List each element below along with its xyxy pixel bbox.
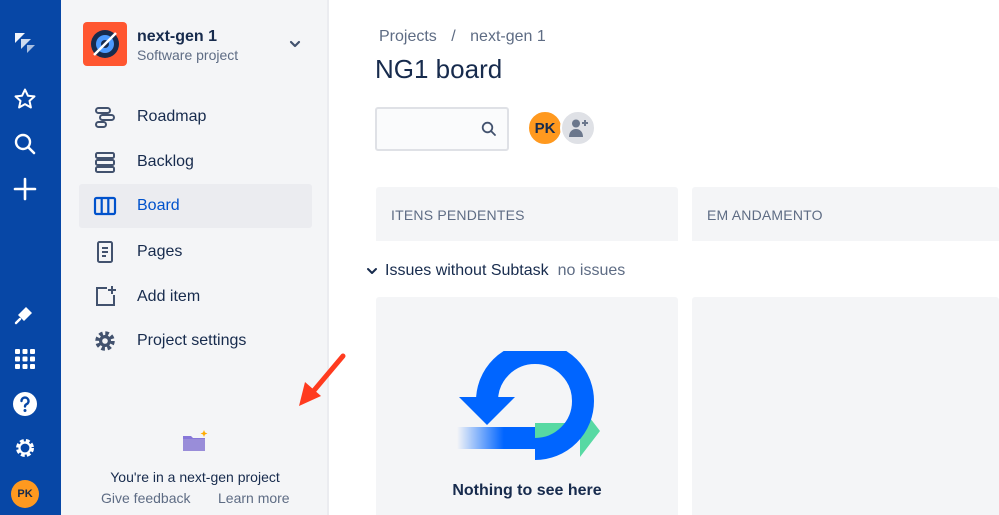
chevron-down-icon[interactable] bbox=[365, 264, 379, 278]
learn-more-link[interactable]: Learn more bbox=[218, 490, 290, 506]
search-icon bbox=[481, 121, 496, 136]
jira-logo-icon[interactable] bbox=[10, 28, 40, 58]
column-title: ITENS PENDENTES bbox=[391, 207, 525, 223]
project-sidebar: next-gen 1 Software project Roadmap Back… bbox=[61, 0, 346, 515]
app-switcher-icon[interactable] bbox=[10, 344, 40, 374]
sidebar-item-board[interactable]: Board bbox=[79, 184, 312, 228]
swimlane-label: Issues without Subtask bbox=[385, 262, 549, 279]
breadcrumb-projects[interactable]: Projects bbox=[379, 28, 437, 45]
folder-sparkle-icon bbox=[183, 430, 208, 451]
sidebar-item-pages[interactable]: Pages bbox=[79, 230, 312, 274]
empty-board-illustration-icon bbox=[457, 351, 600, 460]
board-search[interactable] bbox=[375, 107, 509, 151]
column-header-in-progress: EM ANDAMENTO bbox=[692, 187, 999, 241]
sidebar-item-project-settings[interactable]: Project settings bbox=[79, 319, 312, 363]
project-name: next-gen 1 bbox=[137, 28, 218, 45]
breadcrumb-separator: / bbox=[451, 28, 456, 45]
sidebar-item-label: Add item bbox=[137, 288, 201, 305]
sidebar-item-add-item[interactable]: Add item bbox=[79, 275, 312, 319]
column-header-todo: ITENS PENDENTES bbox=[376, 187, 678, 241]
search-input[interactable] bbox=[385, 117, 475, 141]
sidebar-item-label: Board bbox=[137, 197, 180, 214]
star-icon[interactable] bbox=[10, 84, 40, 114]
notification-icon[interactable] bbox=[10, 299, 40, 329]
give-feedback-link[interactable]: Give feedback bbox=[101, 490, 191, 506]
assignee-avatar[interactable]: PK bbox=[527, 110, 563, 146]
settings-icon[interactable] bbox=[10, 433, 40, 463]
sidebar-item-label: Roadmap bbox=[137, 108, 207, 125]
add-item-icon bbox=[93, 285, 117, 309]
breadcrumb-project[interactable]: next-gen 1 bbox=[470, 28, 546, 45]
breadcrumb: Projects / next-gen 1 bbox=[379, 28, 556, 46]
add-person-icon bbox=[569, 119, 588, 137]
chevron-down-icon[interactable] bbox=[287, 36, 303, 52]
add-people-button[interactable] bbox=[560, 110, 596, 146]
sidebar-item-label: Pages bbox=[137, 243, 183, 260]
empty-state-text: Nothing to see here bbox=[452, 482, 602, 499]
swimlane-count: no issues bbox=[557, 262, 626, 279]
gear-icon bbox=[93, 329, 117, 353]
sidebar-item-label: Backlog bbox=[137, 153, 194, 170]
plus-icon[interactable] bbox=[10, 174, 40, 204]
project-type: Software project bbox=[137, 47, 239, 63]
sidebar-item-roadmap[interactable]: Roadmap bbox=[79, 95, 312, 139]
page-title: NG1 board bbox=[375, 54, 503, 84]
sidebar-item-backlog[interactable]: Backlog bbox=[79, 140, 312, 184]
user-avatar[interactable]: PK bbox=[11, 480, 39, 508]
pages-icon bbox=[93, 240, 117, 264]
search-icon[interactable] bbox=[10, 129, 40, 159]
arrow-annotation-icon bbox=[299, 353, 346, 406]
project-logo-icon bbox=[83, 22, 127, 66]
nextgen-text: You're in a next-gen project bbox=[110, 469, 280, 485]
backlog-icon bbox=[93, 150, 117, 174]
roadmap-icon bbox=[93, 105, 117, 129]
column-title: EM ANDAMENTO bbox=[707, 207, 823, 223]
sidebar-item-label: Project settings bbox=[137, 332, 247, 349]
global-nav: PK bbox=[0, 0, 61, 515]
column-body-in-progress bbox=[692, 297, 999, 515]
project-header[interactable]: next-gen 1 Software project bbox=[81, 22, 307, 68]
swimlane-header[interactable]: Issues without Subtask no issues bbox=[365, 260, 625, 282]
nextgen-info: You're in a next-gen project bbox=[61, 430, 329, 485]
help-icon[interactable] bbox=[10, 389, 40, 419]
board-icon bbox=[93, 194, 117, 218]
